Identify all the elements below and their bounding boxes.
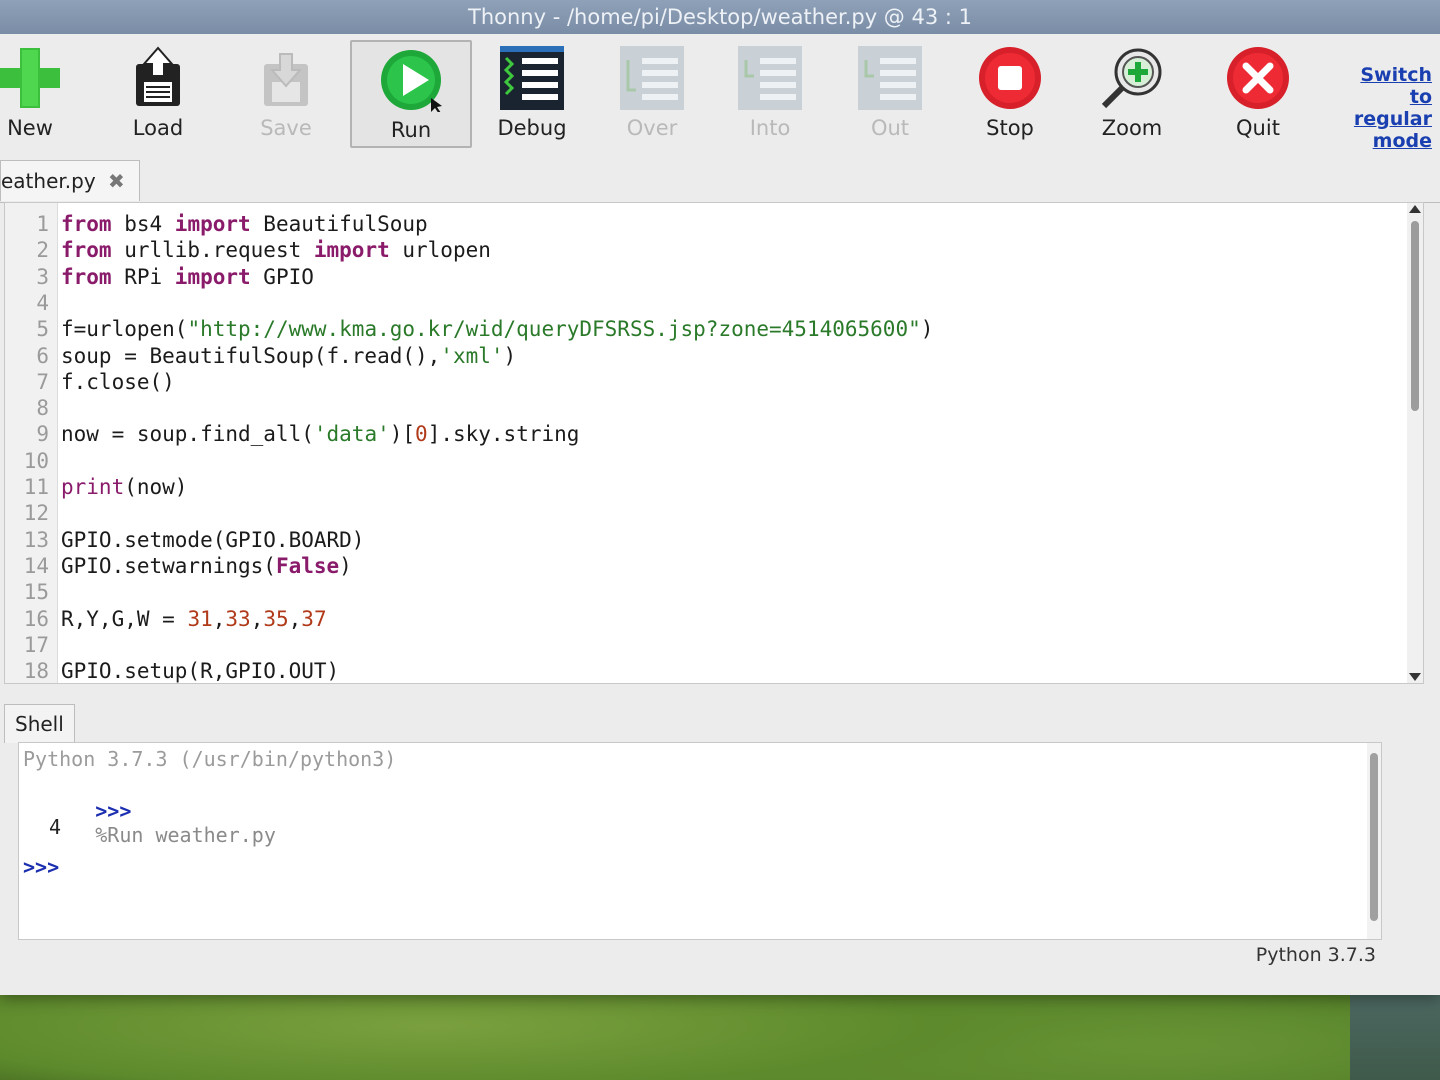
line-number: 17 (23, 632, 49, 657)
quit-button[interactable]: Quit (1198, 40, 1318, 148)
step-out-button-label: Out (870, 116, 910, 140)
line-number: 9 (36, 422, 49, 447)
line-number: 10 (23, 448, 49, 473)
line-number: 8 (36, 396, 49, 421)
zoom-button[interactable]: Zoom (1072, 40, 1192, 148)
window-title: Thonny - /home/pi/Desktop/weather.py @ 4… (468, 5, 972, 29)
quit-icon (1226, 46, 1290, 110)
shell-prompt-current[interactable]: >>> (23, 855, 59, 879)
run-button[interactable]: Run (350, 40, 472, 148)
save-button-label: Save (260, 116, 312, 140)
new-button-label: New (7, 116, 53, 140)
scroll-down-arrow-icon[interactable] (1409, 673, 1421, 681)
step-into-icon (738, 46, 802, 110)
thonny-window: Thonny - /home/pi/Desktop/weather.py @ 4… (0, 0, 1440, 995)
debug-button-label: Debug (497, 116, 567, 140)
step-out-icon (858, 46, 922, 110)
code-text[interactable]: f.close() (61, 369, 175, 395)
title-bar[interactable]: Thonny - /home/pi/Desktop/weather.py @ 4… (0, 0, 1440, 34)
line-number: 16 (23, 606, 49, 631)
shell-prompt: >>> (95, 799, 132, 823)
tab-shell[interactable]: Shell (4, 704, 75, 743)
switch-link-line1: Switch to (1360, 64, 1432, 108)
tab-weather-py[interactable]: eather.py ✖ (0, 160, 140, 201)
line-number: 11 (23, 475, 49, 499)
step-into-button[interactable]: Into (710, 40, 830, 148)
shell-banner: Python 3.7.3 (/usr/bin/python3) (23, 747, 397, 771)
load-icon (126, 46, 190, 110)
scrollbar-thumb[interactable] (1411, 221, 1419, 411)
step-over-button[interactable]: Over (592, 40, 712, 148)
zoom-icon (1100, 46, 1164, 110)
line-number: 15 (23, 580, 49, 605)
step-over-icon (620, 46, 684, 110)
load-button-label: Load (132, 116, 184, 140)
switch-link-line3: mode (1372, 130, 1432, 152)
interpreter-status[interactable]: Python 3.7.3 (1256, 944, 1376, 966)
tab-label: eather.py (1, 169, 96, 193)
code-editor[interactable]: 1 from bs4 import BeautifulSoup 2 from urll… (4, 202, 1424, 684)
stop-icon (978, 46, 1042, 110)
toolbar: New Load Save Run Debug Over Into Out St… (0, 34, 1440, 156)
step-out-button[interactable]: Out (830, 40, 950, 148)
zoom-button-label: Zoom (1101, 116, 1163, 140)
scroll-up-arrow-icon[interactable] (1409, 205, 1421, 213)
line-number: 6 (36, 343, 49, 368)
debug-button[interactable]: Debug (472, 40, 592, 148)
shell-scrollbar[interactable] (1367, 743, 1381, 939)
switch-link-line2: regular (1353, 108, 1432, 130)
code-text[interactable]: now = soup.find_all('data')[0].sky.strin… (61, 421, 579, 447)
shell-output: 4 (49, 815, 62, 839)
shell-scrollbar-thumb[interactable] (1370, 753, 1378, 921)
run-icon (379, 48, 443, 114)
code-text[interactable]: GPIO.setmode(GPIO.BOARD) (61, 527, 364, 553)
quit-button-label: Quit (1236, 116, 1280, 140)
save-button[interactable]: Save (226, 40, 346, 148)
plus-icon (0, 46, 62, 110)
debug-icon (500, 46, 564, 110)
load-button[interactable]: Load (98, 40, 218, 148)
stop-button-label: Stop (986, 116, 1034, 140)
editor-scrollbar[interactable] (1407, 203, 1423, 683)
new-button[interactable]: New (0, 40, 90, 148)
code-text[interactable]: soup = BeautifulSoup(f.read(),'xml') (61, 343, 516, 369)
stop-button[interactable]: Stop (950, 40, 1070, 148)
line-number: 7 (36, 369, 49, 394)
shell-console[interactable]: Python 3.7.3 (/usr/bin/python3) >>> %Run… (18, 742, 1382, 940)
line-number: 3 (36, 264, 49, 289)
code-text[interactable]: GPIO.setwarnings(False) (61, 553, 352, 579)
line-number: 18 (23, 659, 49, 684)
switch-to-regular-mode-link[interactable]: Switch to regular mode (1332, 64, 1432, 152)
step-into-button-label: Into (749, 116, 791, 140)
line-number: 5 (36, 317, 49, 342)
line-number: 2 (36, 238, 49, 263)
close-tab-icon[interactable]: ✖ (108, 169, 125, 193)
line-number: 13 (23, 527, 49, 552)
code-text[interactable]: from RPi import GPIO (61, 264, 314, 290)
shell-tab-bar: Shell (0, 700, 1420, 743)
code-text[interactable]: print(now) (61, 474, 187, 500)
line-number: 4 (36, 290, 49, 315)
code-text[interactable]: from urllib.request import urlopen (61, 237, 491, 263)
code-text[interactable]: GPIO.setup(R,GPIO.OUT) (61, 658, 339, 683)
step-over-button-label: Over (626, 116, 678, 140)
code-text[interactable]: f=urlopen("http://www.kma.go.kr/wid/quer… (61, 316, 933, 342)
shell-command: %Run weather.py (95, 823, 276, 847)
code-text[interactable]: from bs4 import BeautifulSoup (61, 211, 428, 237)
save-icon (254, 46, 318, 110)
line-number: 14 (23, 553, 49, 578)
code-text[interactable]: R,Y,G,W = 31,33,35,37 (61, 606, 327, 632)
editor-tab-bar: eather.py ✖ (0, 156, 1440, 203)
line-number: 12 (23, 501, 49, 526)
run-button-label: Run (390, 118, 432, 142)
line-number: 1 (36, 212, 49, 236)
